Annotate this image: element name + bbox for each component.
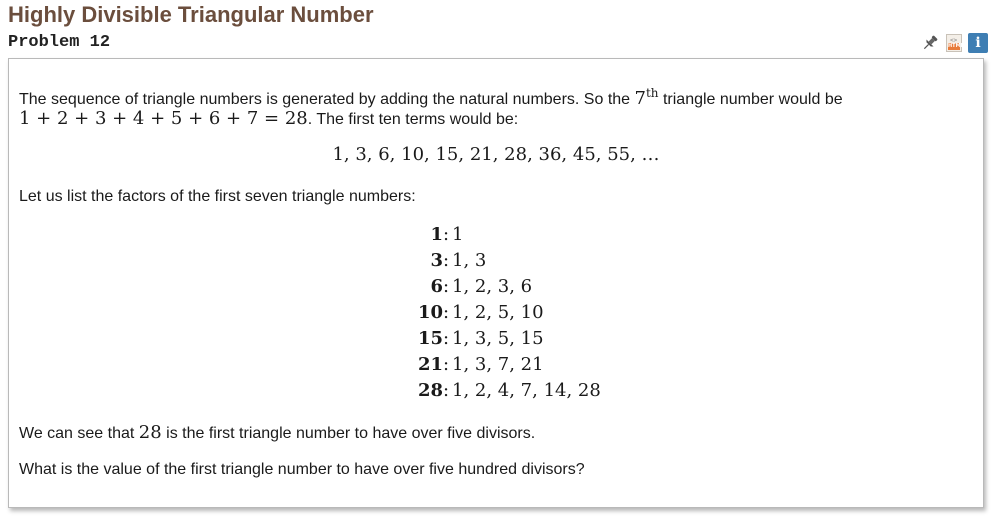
pin-icon[interactable]: [920, 33, 940, 53]
triangle-number: 15: [417, 328, 443, 349]
info-icon-badge: i: [968, 33, 988, 53]
conclusion-text: We can see that 28 is the first triangle…: [19, 423, 535, 443]
html-icon-label: HTML: [948, 43, 964, 50]
html-icon[interactable]: <> HTML: [944, 33, 964, 53]
triangle-number: 6: [430, 276, 443, 297]
triangle-number: 3: [430, 250, 443, 271]
factor-values: 1, 3: [452, 250, 487, 271]
factor-row: 1:1: [430, 224, 464, 245]
factor-row: 28:1, 2, 4, 7, 14, 28: [417, 380, 601, 401]
page-title: Highly Divisible Triangular Number: [8, 2, 374, 27]
header-icons: <> HTML i: [920, 33, 988, 53]
ordinal-suffix: th: [645, 86, 659, 100]
triangle-number: 1: [430, 224, 443, 245]
ordinal-number: 7th: [634, 86, 659, 109]
factor-values: 1, 2, 3, 6: [452, 276, 533, 297]
problem-number: Problem 12: [8, 33, 111, 52]
pin-icon-graphic: [923, 35, 938, 50]
conclusion-start: We can see that: [19, 425, 139, 442]
factor-values: 1, 2, 5, 10: [452, 302, 544, 323]
info-icon[interactable]: i: [968, 33, 988, 53]
intro-text: The sequence of triangle numbers is gene…: [19, 91, 635, 108]
html-file-icon: <> HTML: [946, 34, 964, 52]
factor-row: 6:1, 2, 3, 6: [430, 276, 533, 297]
factor-row: 21:1, 3, 7, 21: [417, 354, 544, 375]
problem-content: The sequence of triangle numbers is gene…: [8, 58, 984, 508]
factor-row: 10:1, 2, 5, 10: [417, 302, 544, 323]
factor-values: 1: [452, 224, 464, 245]
factor-values: 1, 2, 4, 7, 14, 28: [452, 380, 601, 401]
triangle-number: 10: [417, 302, 443, 323]
intro-line-1: The sequence of triangle numbers is gene…: [19, 86, 843, 109]
sum-expression: 1 + 2 + 3 + 4 + 5 + 6 + 7 = 28: [19, 108, 308, 129]
triangle-number: 28: [417, 380, 443, 401]
factor-row: 3:1, 3: [430, 250, 487, 271]
intro-text-cont: triangle number would be: [658, 91, 843, 108]
question-text: What is the value of the first triangle …: [19, 461, 585, 478]
triangle-number: 21: [417, 354, 443, 375]
triangle-sequence: 1, 3, 6, 10, 15, 21, 28, 36, 45, 55, …: [332, 144, 660, 165]
factor-values: 1, 3, 5, 15: [452, 328, 544, 349]
intro-line-2: 1 + 2 + 3 + 4 + 5 + 6 + 7 = 28. The firs…: [19, 109, 518, 129]
conclusion-number: 28: [138, 422, 162, 443]
factors-intro: Let us list the factors of the first sev…: [19, 188, 416, 205]
conclusion-end: is the first triangle number to have ove…: [161, 425, 536, 442]
factor-row: 15:1, 3, 5, 15: [417, 328, 544, 349]
ordinal-value: 7: [634, 88, 646, 109]
intro-text-end: . The first ten terms would be:: [307, 111, 519, 128]
factor-values: 1, 3, 7, 21: [452, 354, 544, 375]
